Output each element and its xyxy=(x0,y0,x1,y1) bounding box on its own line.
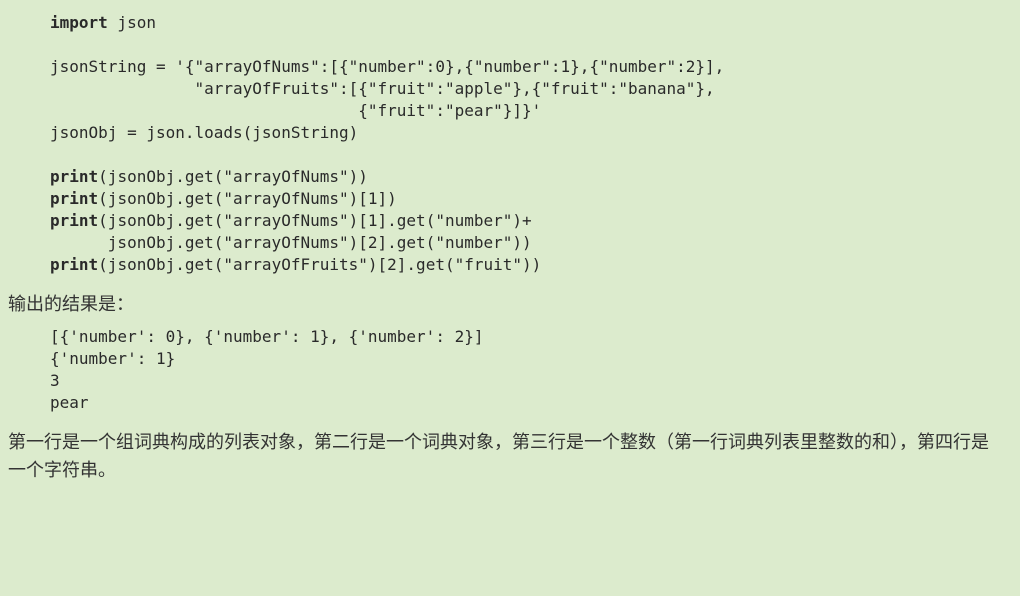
explanation-paragraph: 第一行是一个组词典构成的列表对象，第二行是一个词典对象，第三行是一个整数（第一行… xyxy=(0,414,1020,484)
code-block: import json jsonString = '{"arrayOfNums"… xyxy=(0,0,1020,276)
output-line-1: [{'number': 0}, {'number': 1}, {'number'… xyxy=(50,327,483,346)
code-line-1b: json xyxy=(108,13,156,32)
code-line-10b: (jsonObj.get("arrayOfFruits")[2].get("fr… xyxy=(98,255,541,274)
kw-print-2: print xyxy=(50,189,98,208)
kw-import: import xyxy=(50,13,108,32)
code-line-5: jsonObj = json.loads(jsonString) xyxy=(50,123,358,142)
code-line-9: jsonObj.get("arrayOfNums")[2].get("numbe… xyxy=(50,233,532,252)
output-line-4: pear xyxy=(50,393,89,412)
code-line-6b: (jsonObj.get("arrayOfNums")) xyxy=(98,167,368,186)
kw-print-3: print xyxy=(50,211,98,230)
code-line-8b: (jsonObj.get("arrayOfNums")[1].get("numb… xyxy=(98,211,531,230)
output-label: 输出的结果是： xyxy=(0,276,1020,318)
code-line-3: "arrayOfFruits":[{"fruit":"apple"},{"fru… xyxy=(50,79,715,98)
code-line-2: jsonString = '{"arrayOfNums":[{"number":… xyxy=(50,57,724,76)
code-line-7b: (jsonObj.get("arrayOfNums")[1]) xyxy=(98,189,397,208)
output-line-3: 3 xyxy=(50,371,60,390)
output-line-2: {'number': 1} xyxy=(50,349,175,368)
kw-print-4: print xyxy=(50,255,98,274)
kw-print-1: print xyxy=(50,167,98,186)
code-line-4: {"fruit":"pear"}]}' xyxy=(50,101,541,120)
output-block: [{'number': 0}, {'number': 1}, {'number'… xyxy=(0,318,1020,414)
